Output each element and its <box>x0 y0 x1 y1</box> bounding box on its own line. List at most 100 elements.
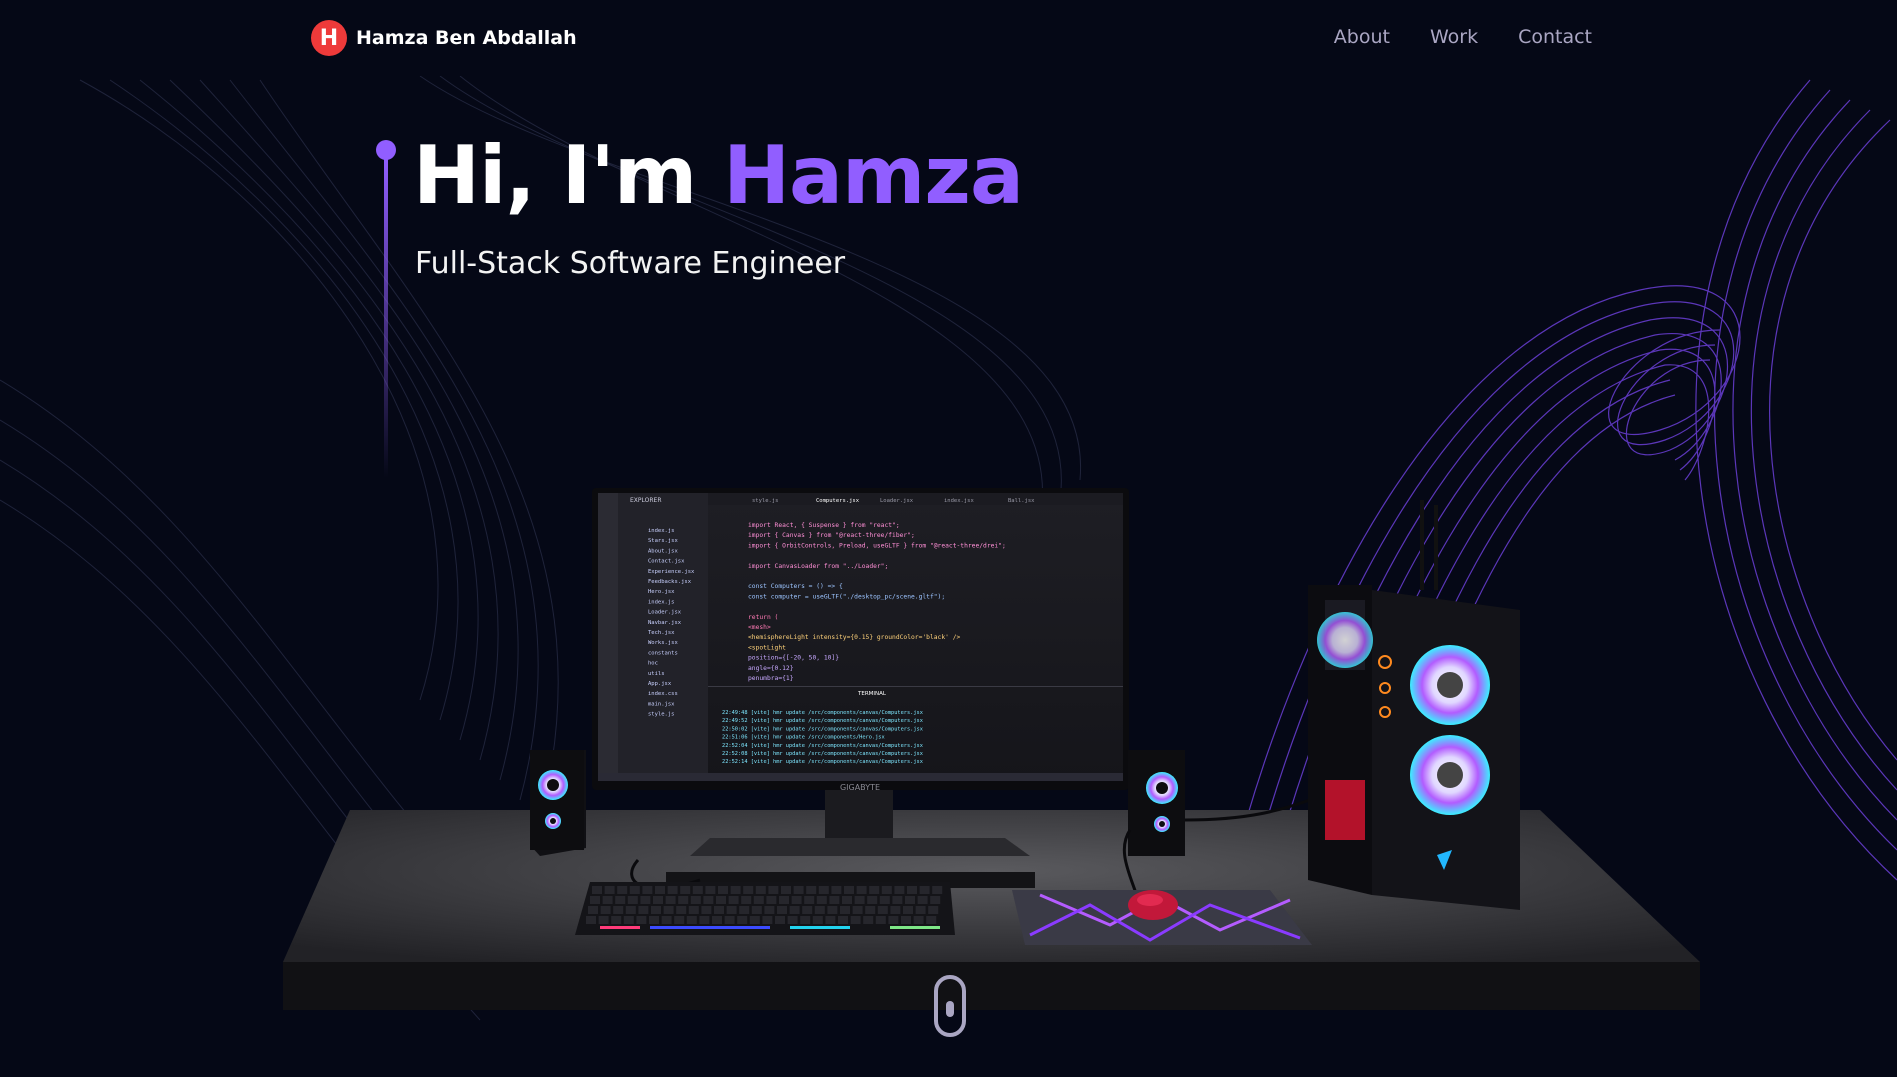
code-line: import { OrbitControls, Preload, useGLTF… <box>748 542 1006 549</box>
keyboard-key <box>638 906 649 914</box>
keyboard-key <box>825 916 836 924</box>
keyboard-key <box>818 886 829 894</box>
keyboard-key <box>602 896 613 904</box>
hero-greeting: Hi, I'm <box>413 129 724 222</box>
keyboard-key <box>741 896 752 904</box>
keyboard-key <box>751 906 762 914</box>
explorer-file: main.jsx <box>648 701 675 707</box>
explorer-file: index.css <box>648 691 678 697</box>
mouse-scroll-icon <box>946 1001 954 1017</box>
keyboard-key <box>802 906 813 914</box>
keyboard-key <box>613 906 624 914</box>
logo-icon: H <box>311 20 347 56</box>
keyboard-key <box>850 916 861 924</box>
keyboard-key <box>877 906 888 914</box>
keyboard-key <box>600 906 611 914</box>
keyboard-key <box>674 916 685 924</box>
keyboard-key <box>716 896 726 904</box>
keyboard-key <box>611 916 622 924</box>
code-line: import CanvasLoader from "../Loader"; <box>748 563 888 570</box>
keyboard-key <box>768 886 779 894</box>
keyboard-key <box>623 916 634 924</box>
terminal-line: 22:52:14 [vite] hmr update /src/componen… <box>722 759 923 765</box>
explorer-file: utils <box>648 671 665 677</box>
keyboard-key <box>842 896 852 904</box>
keyboard-key <box>665 896 676 904</box>
keyboard-key <box>653 896 663 904</box>
scroll-indicator-button[interactable] <box>934 975 966 1037</box>
keyboard-key <box>755 886 766 894</box>
editor-tab: style.js <box>752 498 779 504</box>
keyboard-key <box>728 896 739 904</box>
terminal-line: 22:49:48 [vite] hmr update /src/componen… <box>722 710 923 716</box>
right-speaker <box>1128 750 1185 856</box>
keyboard-key <box>844 886 854 894</box>
brand-logo-link[interactable]: H Hamza Ben Abdallah <box>311 20 577 56</box>
code-line: <mesh> <box>748 624 771 631</box>
keyboard-key <box>806 886 817 894</box>
keyboard-key <box>615 896 626 904</box>
keyboard-key <box>642 886 653 894</box>
nav-link-contact[interactable]: Contact <box>1518 26 1592 48</box>
keyboard-key <box>730 886 741 894</box>
monitor: EXPLORER index.js Stars.jsx About.jsx Conta… <box>592 488 1129 792</box>
keyboard-key <box>854 896 865 904</box>
keyboard-key <box>903 906 913 914</box>
monitor-brand: GIGABYTE <box>840 783 880 792</box>
keyboard-key <box>590 896 600 904</box>
keyboard-key <box>636 916 647 924</box>
explorer-file: About.jsx <box>648 548 678 554</box>
keyboard-key <box>905 896 915 904</box>
keyboard-key <box>703 896 714 904</box>
hero-accent-line <box>384 158 388 478</box>
keyboard-key <box>724 916 735 924</box>
explorer-file: Hero.jsx <box>648 589 675 595</box>
explorer-label: EXPLORER <box>630 497 662 504</box>
keyboard-key <box>627 896 638 904</box>
keyboard-key <box>655 886 665 894</box>
explorer-file: Contact.jsx <box>648 559 685 565</box>
keyboard-key <box>831 886 842 894</box>
keyboard-key <box>726 906 737 914</box>
keyboard-key <box>787 916 798 924</box>
hero-accent-dot <box>376 140 396 160</box>
explorer-file: Stars.jsx <box>648 538 678 544</box>
keyboard-key <box>930 896 941 904</box>
editor-tab: Ball.jsx <box>1008 498 1035 504</box>
keyboard-key <box>875 916 886 924</box>
keyboard-key <box>814 906 825 914</box>
nav-link-about[interactable]: About <box>1334 26 1390 48</box>
explorer-file: App.jsx <box>648 681 672 687</box>
keyboard-key <box>775 916 785 924</box>
keyboard-key <box>753 896 764 904</box>
keyboard-key <box>827 906 838 914</box>
keyboard-key <box>712 916 722 924</box>
explorer-file: Works.jsx <box>648 640 678 646</box>
code-line: penumbra={1} <box>748 675 794 682</box>
keyboard-key <box>598 916 609 924</box>
nav-link-work[interactable]: Work <box>1430 26 1478 48</box>
explorer-file: constants <box>648 650 678 656</box>
keyboard-key <box>869 886 880 894</box>
editor-tab: Computers.jsx <box>816 498 860 504</box>
keyboard-key <box>692 886 703 894</box>
nav-links: About Work Contact <box>1294 26 1592 48</box>
keyboard-key <box>667 886 678 894</box>
code-line: return ( <box>748 614 778 621</box>
keyboard-key <box>625 906 636 914</box>
keyboard-key <box>926 916 937 924</box>
explorer-file: Loader.jsx <box>648 610 682 616</box>
code-line: <spotLight <box>748 644 786 651</box>
editor-tab: index.jsx <box>944 498 974 504</box>
terminal-line: 22:51:06 [vite] hmr update /src/componen… <box>722 735 885 741</box>
keyboard-key <box>865 906 876 914</box>
keyboard-key <box>762 916 773 924</box>
explorer-file: Navbar.jsx <box>648 620 682 626</box>
explorer-file: Experience.jsx <box>648 569 695 575</box>
keyboard-key <box>932 886 943 894</box>
keyboard-key <box>649 916 659 924</box>
keyboard-key <box>739 906 750 914</box>
explorer-file: index.js <box>648 599 675 605</box>
keyboard-key <box>743 886 754 894</box>
left-speaker <box>530 750 586 856</box>
